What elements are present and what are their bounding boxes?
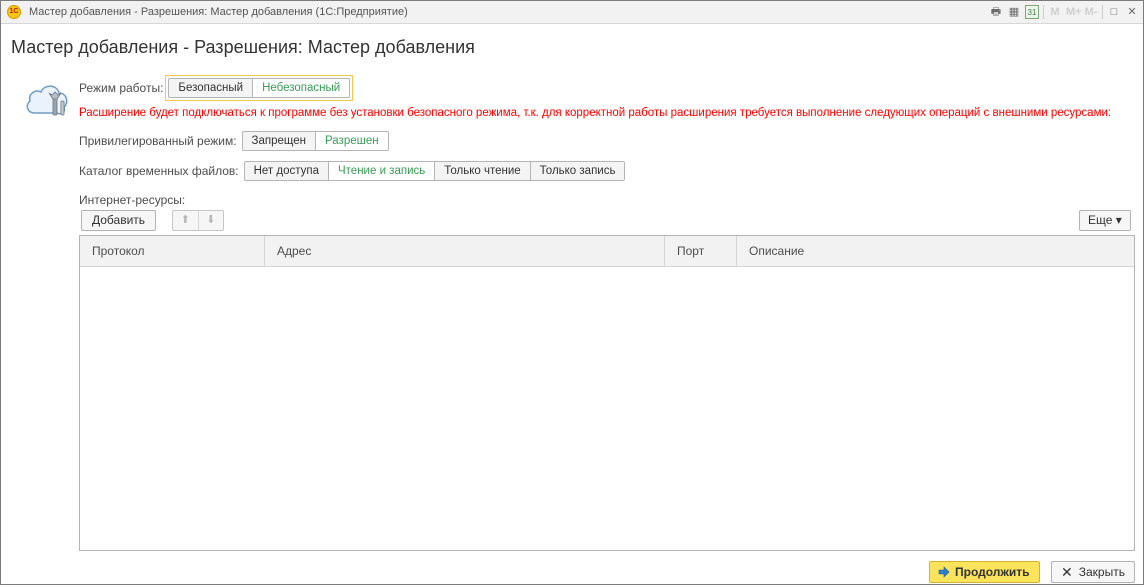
arrow-right-icon bbox=[938, 566, 950, 578]
internet-resources-table[interactable]: Протокол Адрес Порт Описание bbox=[79, 235, 1135, 551]
column-port[interactable]: Порт bbox=[665, 236, 737, 266]
mode-option-unsafe[interactable]: Небезопасный bbox=[253, 78, 351, 98]
mode-row: Режим работы: Безопасный Небезопасный bbox=[79, 75, 354, 101]
privileged-selector: Запрещен Разрешен bbox=[241, 131, 389, 151]
move-down-icon[interactable]: ⬇ bbox=[199, 211, 224, 230]
tool-separator bbox=[1102, 5, 1103, 19]
app-logo-icon: 1С bbox=[7, 5, 21, 19]
title-tools: 🖶 ▦ 31 M M+ M- □ ✕ bbox=[989, 4, 1139, 20]
close-icon[interactable]: ✕ bbox=[1125, 5, 1139, 19]
m-plus-icon[interactable]: M+ bbox=[1066, 5, 1082, 19]
form-title: Мастер добавления - Разрешения: Мастер д… bbox=[11, 37, 475, 57]
m-minus-icon[interactable]: M- bbox=[1084, 5, 1098, 19]
add-button[interactable]: Добавить bbox=[81, 210, 157, 231]
continue-button[interactable]: Продолжить bbox=[929, 561, 1040, 583]
privileged-option-denied[interactable]: Запрещен bbox=[241, 131, 316, 151]
table-header: Протокол Адрес Порт Описание bbox=[80, 236, 1134, 267]
m-icon[interactable]: M bbox=[1048, 5, 1062, 19]
print-icon[interactable]: 🖶 bbox=[989, 5, 1003, 19]
privileged-option-allowed[interactable]: Разрешен bbox=[316, 131, 389, 151]
continue-label: Продолжить bbox=[955, 565, 1030, 579]
move-buttons: ⬆ ⬇ bbox=[172, 210, 224, 231]
calendar-icon[interactable]: 31 bbox=[1025, 5, 1039, 19]
maximize-icon[interactable]: □ bbox=[1107, 5, 1121, 19]
temp-dir-row: Каталог временных файлов: Нет доступа Чт… bbox=[79, 161, 626, 181]
temp-dir-option-no-access[interactable]: Нет доступа bbox=[243, 161, 329, 181]
temp-dir-option-read-write[interactable]: Чтение и запись bbox=[329, 161, 436, 181]
column-description[interactable]: Описание bbox=[737, 236, 1134, 266]
cloud-tools-icon bbox=[26, 85, 68, 116]
mode-label: Режим работы: bbox=[79, 81, 164, 95]
column-address[interactable]: Адрес bbox=[265, 236, 665, 266]
temp-dir-selector: Нет доступа Чтение и запись Только чтени… bbox=[243, 161, 626, 181]
internet-resources-label: Интернет-ресурсы: bbox=[79, 193, 186, 207]
temp-dir-option-write-only[interactable]: Только запись bbox=[530, 161, 626, 181]
close-button[interactable]: ✕ Закрыть bbox=[1051, 561, 1135, 583]
move-up-icon[interactable]: ⬆ bbox=[173, 211, 199, 230]
tool-separator bbox=[1043, 5, 1044, 19]
more-button[interactable]: Еще ▾ bbox=[1079, 210, 1131, 231]
calculator-icon[interactable]: ▦ bbox=[1007, 5, 1021, 19]
mode-option-safe[interactable]: Безопасный bbox=[168, 78, 254, 98]
window-title: Мастер добавления - Разрешения: Мастер д… bbox=[29, 6, 408, 18]
privileged-label: Привилегированный режим: bbox=[79, 134, 237, 148]
close-label: Закрыть bbox=[1078, 565, 1125, 579]
temp-dir-label: Каталог временных файлов: bbox=[79, 164, 239, 178]
column-protocol[interactable]: Протокол bbox=[80, 236, 265, 266]
temp-dir-option-read-only[interactable]: Только чтение bbox=[435, 161, 531, 181]
title-bar: 1С Мастер добавления - Разрешения: Масте… bbox=[1, 1, 1143, 24]
warning-message: Расширение будет подключаться к программ… bbox=[79, 107, 1112, 119]
privileged-row: Привилегированный режим: Запрещен Разреш… bbox=[79, 131, 389, 151]
close-x-icon: ✕ bbox=[1061, 564, 1073, 580]
mode-selector: Безопасный Небезопасный bbox=[165, 75, 354, 101]
dialog-window: 1С Мастер добавления - Разрешения: Масте… bbox=[0, 0, 1144, 585]
